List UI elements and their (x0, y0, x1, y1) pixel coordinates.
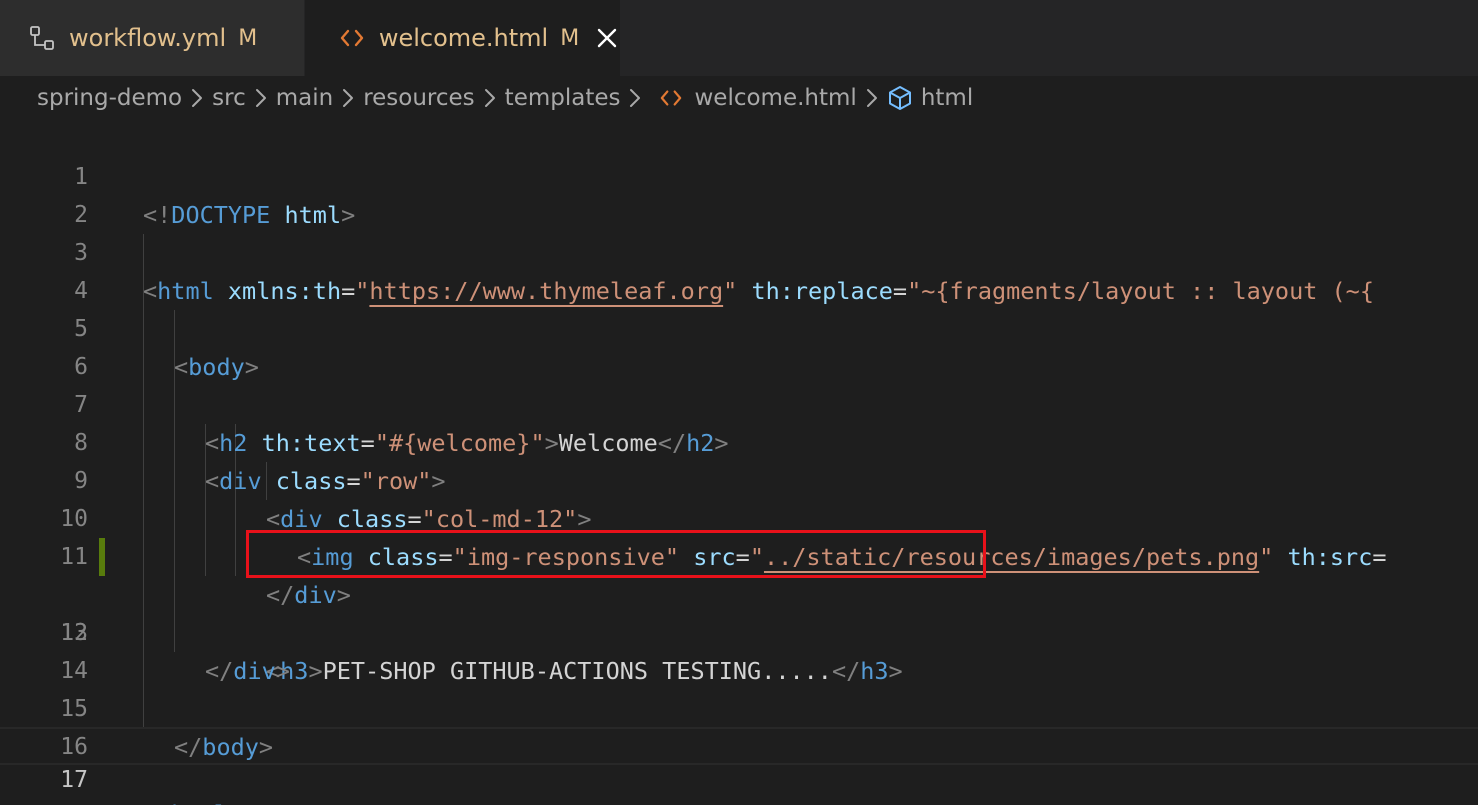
code-line-9: 9 <div class="col-md-12"> (0, 424, 1478, 533)
modified-line-indicator[interactable] (99, 538, 105, 576)
line-code: </html> (143, 797, 242, 805)
modified-badge: M (560, 25, 580, 51)
code-line-1: 1 <!DOCTYPE html> (0, 120, 1478, 229)
chevron-right-icon (479, 87, 501, 109)
tab-label: welcome.html (378, 24, 549, 52)
code-editor: workflow.yml M welcome.html M spring-dem… (0, 0, 1478, 805)
chevron-right-icon (624, 87, 646, 109)
modified-badge: M (238, 25, 258, 51)
breadcrumb-item-main[interactable]: main (276, 85, 333, 111)
chevron-right-icon (250, 87, 272, 109)
code-line-13: 13 </div> (0, 576, 1478, 685)
breadcrumb-item-resources[interactable]: resources (363, 85, 474, 111)
line-number: 17 (60, 767, 88, 793)
code-line-7: 7 <h2 th:text="#{welcome}">Welcome</h2> (0, 348, 1478, 457)
close-icon[interactable] (593, 24, 620, 52)
tab-label: workflow.yml (69, 24, 227, 52)
code-line-14: 14 (0, 614, 1478, 684)
code-line-8: 8 <div class="row"> (0, 386, 1478, 495)
code-line-5: 5 <body> (0, 272, 1478, 381)
code-line-2: 2 (0, 158, 1478, 228)
tab-welcome-html[interactable]: welcome.html M (305, 0, 620, 76)
breadcrumb-item-src[interactable]: src (212, 85, 246, 111)
code-line-16: 16 (0, 690, 1478, 760)
code-line-10: 10 <img class="img-responsive" src="../s… (0, 462, 1478, 571)
chevron-right-icon (337, 87, 359, 109)
code-line-17: 17 </html> (0, 727, 1478, 805)
code-line-11: 11 </div> (0, 500, 1478, 609)
chevron-right-icon (186, 87, 208, 109)
tab-bar: workflow.yml M welcome.html M (0, 0, 1478, 76)
code-line-3: 3 <html xmlns:th="https://www.thymeleaf.… (0, 196, 1478, 305)
chevron-right-icon (861, 87, 883, 109)
code-line-12: 12 <h3>PET-SHOP GITHUB-ACTIONS TESTING..… (0, 538, 1478, 685)
html-code-icon (658, 87, 684, 109)
breadcrumb-item-welcome-html[interactable]: welcome.html (694, 85, 856, 111)
tab-workflow-yml[interactable]: workflow.yml M (0, 0, 305, 76)
symbol-element-icon (887, 85, 913, 111)
workflow-icon (28, 24, 56, 52)
html-code-icon (339, 24, 366, 52)
breadcrumb-item-html[interactable]: html (921, 85, 973, 111)
code-line-6: 6 (0, 310, 1478, 380)
code-line-15: 15 </body> (0, 652, 1478, 761)
breadcrumb-item-spring-demo[interactable]: spring-demo (37, 85, 182, 111)
code-line-4: 4 (0, 234, 1478, 304)
breadcrumb: spring-demo src main resources templates… (0, 76, 1478, 120)
breadcrumb-item-templates[interactable]: templates (505, 85, 621, 111)
code-area[interactable]: 1 <!DOCTYPE html> 2 3 <html xmlns:th="ht… (0, 120, 1478, 805)
